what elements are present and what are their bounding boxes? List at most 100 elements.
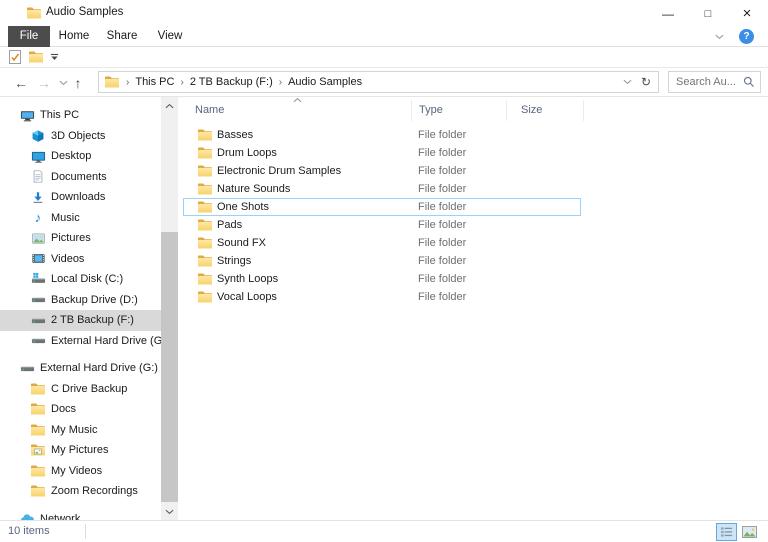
file-name: Drum Loops xyxy=(217,147,277,159)
table-row-drum-loops[interactable]: Drum Loops File folder xyxy=(183,144,581,162)
address-dropdown-chevron-icon[interactable] xyxy=(623,79,632,85)
sidebar-item-videos[interactable]: Videos xyxy=(0,249,161,270)
download-arrow-icon xyxy=(30,189,46,205)
table-row-nature-sounds[interactable]: Nature Sounds File folder xyxy=(183,180,581,198)
forward-button[interactable]: → xyxy=(34,68,54,97)
back-button[interactable]: ← xyxy=(10,68,32,97)
column-header-type[interactable]: Type xyxy=(412,100,507,121)
table-row-vocal-loops[interactable]: Vocal Loops File folder xyxy=(183,288,581,306)
search-box[interactable] xyxy=(668,71,761,93)
sidebar-item-local-disk-c[interactable]: Local Disk (C:) xyxy=(0,269,161,290)
sidebar-scrollbar[interactable] xyxy=(161,97,178,520)
network-icon xyxy=(19,511,35,520)
scroll-up-icon[interactable] xyxy=(161,98,178,113)
sidebar-item-this-pc[interactable]: This PC xyxy=(0,105,161,126)
sidebar-item-label: Local Disk (C:) xyxy=(51,273,124,286)
breadcrumb-separator-icon[interactable]: › xyxy=(126,77,129,88)
tab-home[interactable]: Home xyxy=(50,26,98,47)
refresh-icon[interactable]: ↻ xyxy=(641,75,651,89)
folder-icon xyxy=(30,381,46,397)
sidebar-item-pictures[interactable]: Pictures xyxy=(0,228,161,249)
breadcrumb-item[interactable]: 2 TB Backup (F:) xyxy=(190,76,273,88)
tab-file[interactable]: File xyxy=(8,26,50,47)
drive-icon xyxy=(30,312,46,328)
table-row-sound-fx[interactable]: Sound FX File folder xyxy=(183,234,581,252)
sidebar-item-label: External Hard Drive (G:) xyxy=(51,334,161,347)
new-folder-icon[interactable] xyxy=(28,49,44,65)
tab-view[interactable]: View xyxy=(146,26,194,47)
scrollbar-thumb[interactable] xyxy=(161,232,178,502)
sidebar-item-backup-drive-d[interactable]: Backup Drive (D:) xyxy=(0,290,161,311)
folder-pictures-icon xyxy=(30,442,46,458)
sidebar-item-label: C Drive Backup xyxy=(51,382,128,395)
monitor-icon xyxy=(30,148,46,164)
folder-icon xyxy=(197,289,213,305)
scroll-down-icon[interactable] xyxy=(161,504,178,519)
sidebar-item-c-drive-backup[interactable]: C Drive Backup xyxy=(0,379,161,400)
sidebar-item-docs[interactable]: Docs xyxy=(0,399,161,420)
file-type: File folder xyxy=(418,255,467,267)
table-row-pads[interactable]: Pads File folder xyxy=(183,216,581,234)
file-type: File folder xyxy=(418,273,467,285)
sidebar-item-my-pictures[interactable]: My Pictures xyxy=(0,440,161,461)
tab-share[interactable]: Share xyxy=(98,26,146,47)
up-button[interactable]: ↑ xyxy=(68,68,88,97)
explorer-window: Audio Samples — □ × ? File Home Share View … xyxy=(0,0,768,542)
sidebar-item-external-hard-drive-g[interactable]: External Hard Drive (G:) xyxy=(0,358,161,379)
file-name: Sound FX xyxy=(217,237,266,249)
customize-toolbar-icon[interactable] xyxy=(50,53,59,61)
drive-icon xyxy=(30,333,46,349)
sidebar-item-desktop[interactable]: Desktop xyxy=(0,146,161,167)
details-view-button[interactable] xyxy=(716,523,737,541)
sidebar-item-zoom-recordings[interactable]: Zoom Recordings xyxy=(0,481,161,502)
file-name: Electronic Drum Samples xyxy=(217,165,342,177)
sidebar-item-label: My Videos xyxy=(51,464,103,477)
breadcrumb-item[interactable]: This PC xyxy=(135,76,174,88)
table-row-electronic-drum-samples[interactable]: Electronic Drum Samples File folder xyxy=(183,162,581,180)
sidebar-item-music[interactable]: ♪ Music xyxy=(0,208,161,229)
folder-icon xyxy=(197,235,213,251)
minimize-button[interactable]: — xyxy=(648,1,688,26)
address-bar[interactable]: › This PC › 2 TB Backup (F:) › Audio Samples … xyxy=(98,71,659,93)
table-row-synth-loops[interactable]: Synth Loops File folder xyxy=(183,270,581,288)
help-icon[interactable]: ? xyxy=(739,29,754,44)
properties-icon[interactable] xyxy=(8,49,22,65)
breadcrumb-separator-icon[interactable]: › xyxy=(180,77,183,88)
thumbnails-view-button[interactable] xyxy=(739,523,760,541)
chevron-down-icon[interactable] xyxy=(715,34,724,40)
music-note-icon: ♪ xyxy=(34,210,42,226)
sidebar-item-label: My Music xyxy=(51,423,98,436)
file-type: File folder xyxy=(418,201,467,213)
folder-icon xyxy=(197,163,213,179)
table-row-basses[interactable]: Basses File folder xyxy=(183,126,581,144)
folder-icon xyxy=(197,145,213,161)
maximize-button[interactable]: □ xyxy=(688,1,728,26)
search-icon[interactable] xyxy=(743,76,755,88)
sidebar-item-label: 3D Objects xyxy=(51,129,106,142)
sidebar-item-3d-objects[interactable]: 3D Objects xyxy=(0,126,161,147)
sidebar-item-2-tb-backup-f[interactable]: 2 TB Backup (F:) xyxy=(0,310,161,331)
table-row-strings[interactable]: Strings File folder xyxy=(183,252,581,270)
sidebar-item-label: External Hard Drive (G:) xyxy=(40,362,158,375)
table-row-one-shots[interactable]: One Shots File folder xyxy=(183,198,581,216)
sidebar-item-documents[interactable]: Documents xyxy=(0,167,161,188)
search-input[interactable] xyxy=(676,76,743,88)
computer-icon xyxy=(19,107,35,123)
breadcrumb-separator-icon[interactable]: › xyxy=(279,77,282,88)
sidebar-item-downloads[interactable]: Downloads xyxy=(0,187,161,208)
sidebar-item-my-videos[interactable]: My Videos xyxy=(0,461,161,482)
tree-gap xyxy=(0,351,161,358)
column-header-name[interactable]: Name xyxy=(183,97,412,121)
item-count: 10 items xyxy=(8,525,50,537)
folder-icon xyxy=(197,199,213,215)
breadcrumb-item[interactable]: Audio Samples xyxy=(288,76,362,88)
folder-icon xyxy=(197,181,213,197)
sidebar-item-label: Documents xyxy=(51,170,107,183)
sidebar-item-network[interactable]: Network xyxy=(0,509,161,520)
column-header-size[interactable]: Size xyxy=(507,100,584,121)
sidebar-item-label: Pictures xyxy=(51,232,91,245)
sidebar-item-external-hard-drive-g[interactable]: External Hard Drive (G:) xyxy=(0,331,161,352)
sidebar-item-my-music[interactable]: My Music xyxy=(0,420,161,441)
close-button[interactable]: × xyxy=(727,1,767,26)
status-bar: 10 items xyxy=(0,520,768,542)
